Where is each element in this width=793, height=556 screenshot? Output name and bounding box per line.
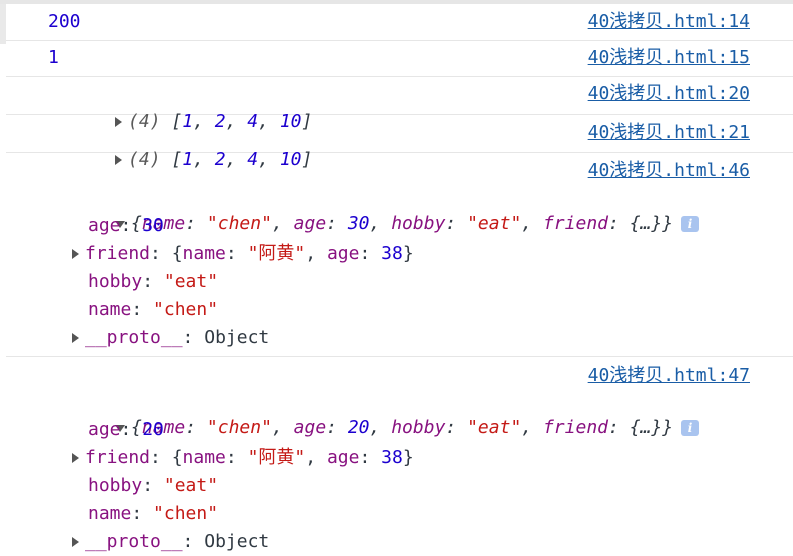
prop-friend[interactable]: friend: {name: "阿黄", age: 38} xyxy=(72,445,414,471)
info-icon[interactable]: i xyxy=(681,216,700,232)
devtools-console: 200 40浅拷贝.html:14 1 40浅拷贝.html:15 (4) [1… xyxy=(0,0,793,556)
source-link[interactable]: 40浅拷贝.html:21 xyxy=(588,120,750,146)
object-summary[interactable]: {name: "chen", age: 30, hobby: "eat", fr… xyxy=(50,185,700,234)
prop-hobby: hobby: "eat" xyxy=(88,271,219,292)
prop-proto[interactable]: __proto__: Object xyxy=(72,325,269,351)
expand-triangle-icon[interactable] xyxy=(72,537,79,547)
expand-triangle-icon[interactable] xyxy=(72,333,79,343)
source-link[interactable]: 40浅拷贝.html:47 xyxy=(588,363,750,389)
prop-hobby: hobby: "eat" xyxy=(88,475,219,496)
prop-age: age: 20 xyxy=(88,419,164,440)
source-link[interactable]: 40浅拷贝.html:46 xyxy=(588,158,750,184)
source-link[interactable]: 40浅拷贝.html:15 xyxy=(588,45,750,71)
log-value: 200 xyxy=(48,11,81,32)
log-value: 1 xyxy=(48,47,59,68)
prop-friend[interactable]: friend: {name: "阿黄", age: 38} xyxy=(72,241,414,267)
prop-name: name: "chen" xyxy=(88,299,219,320)
prop-proto[interactable]: __proto__: Object xyxy=(72,529,269,555)
console-message-2: 1 40浅拷贝.html:15 xyxy=(6,41,793,77)
source-link[interactable]: 40浅拷贝.html:20 xyxy=(588,81,750,107)
array-summary[interactable]: (4) [1, 2, 4, 10] xyxy=(50,83,312,132)
console-message-6: 40浅拷贝.html:47 {name: "chen", age: 20, ho… xyxy=(6,357,793,556)
console-message-1: 200 40浅拷贝.html:14 xyxy=(6,4,793,41)
console-message-4: (4) [1, 2, 4, 10] 40浅拷贝.html:21 xyxy=(6,115,793,170)
console-message-5: 40浅拷贝.html:46 {name: "chen", age: 30, ho… xyxy=(6,153,793,357)
expand-triangle-icon[interactable] xyxy=(72,453,79,463)
console-message-3: (4) [1, 2, 4, 10] 40浅拷贝.html:20 xyxy=(6,77,793,132)
source-link[interactable]: 40浅拷贝.html:14 xyxy=(588,9,750,35)
prop-name: name: "chen" xyxy=(88,503,219,524)
object-summary[interactable]: {name: "chen", age: 20, hobby: "eat", fr… xyxy=(50,389,700,438)
array-summary[interactable]: (4) [1, 2, 4, 10] xyxy=(50,121,312,170)
expand-triangle-icon[interactable] xyxy=(72,249,79,259)
prop-age: age: 30 xyxy=(88,215,164,236)
info-icon[interactable]: i xyxy=(681,420,700,436)
